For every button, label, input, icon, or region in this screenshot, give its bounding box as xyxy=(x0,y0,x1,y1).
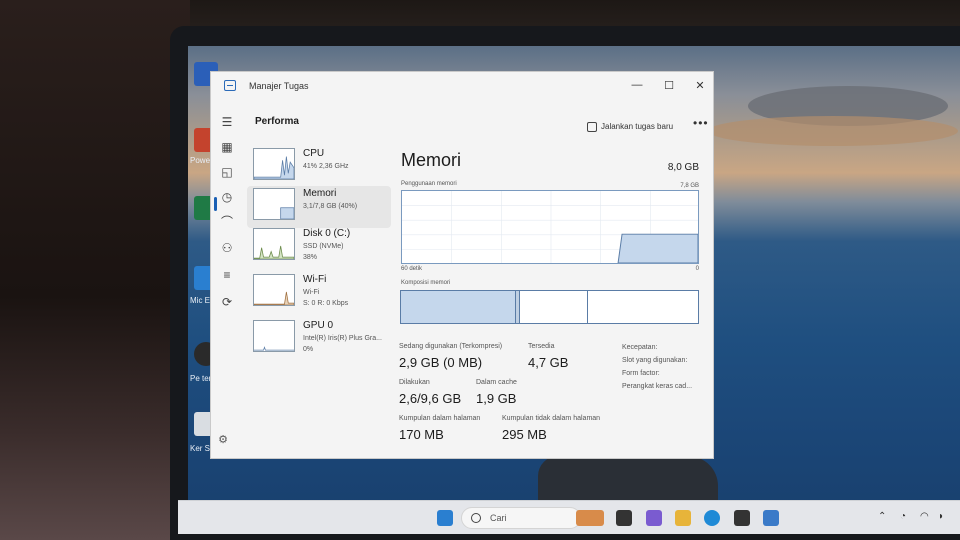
committed-value: 2,6/9,6 GB xyxy=(399,391,462,406)
device-name: GPU 0 xyxy=(303,320,334,331)
title-bar[interactable]: Manajer Tugas — ☐ ✕ xyxy=(211,72,715,102)
memory-panel: Memori 8,0 GB Penggunaan memori 7,8 GB 6… xyxy=(395,142,715,460)
graph-time-label: 60 detik xyxy=(401,266,423,272)
search-input[interactable]: Cari xyxy=(490,513,507,523)
processes-icon[interactable]: ▦ xyxy=(219,139,235,155)
committed-label: Dilakukan xyxy=(399,379,430,386)
memory-usage-svg xyxy=(402,191,698,263)
memory-usage-label: Penggunaan memori xyxy=(401,181,457,187)
in-use-value: 2,9 GB (0 MB) xyxy=(399,355,483,370)
nav-rail: ☰ ▦ ◱ ◷ ⌒ ⚇ ≡ ⟳ ⚙ xyxy=(211,102,243,460)
task-manager-taskbar-icon[interactable] xyxy=(763,510,779,526)
memory-composition-label: Komposisi memori xyxy=(401,280,451,286)
page-header: Performa Jalankan tugas baru ••• xyxy=(243,102,715,142)
available-label: Tersedia xyxy=(528,343,555,350)
details-icon[interactable]: ≡ xyxy=(219,267,235,283)
cached-label: Dalam cache xyxy=(476,379,517,386)
desktop-icon-label: Powe xyxy=(190,156,211,165)
page-title: Performa xyxy=(255,116,299,127)
store-icon[interactable] xyxy=(734,510,750,526)
in-use-label: Sedang digunakan (Terkompresi) xyxy=(399,343,503,350)
file-explorer-icon[interactable] xyxy=(675,510,691,526)
users-icon[interactable]: ⚇ xyxy=(219,240,235,256)
app-history-icon[interactable]: ◷ xyxy=(219,189,235,205)
close-button[interactable]: ✕ xyxy=(692,79,708,92)
run-new-task-button[interactable]: Jalankan tugas baru xyxy=(601,122,673,131)
device-stat: 3,1/7,8 GB (40%) xyxy=(303,203,358,210)
cpu-thumbnail-graph xyxy=(253,148,295,180)
run-new-task-icon xyxy=(587,122,597,132)
search-highlight-icon[interactable] xyxy=(576,510,604,526)
paged-pool-value: 170 MB xyxy=(399,427,444,442)
device-item-memory[interactable]: Memori 3,1/7,8 GB (40%) xyxy=(247,186,391,228)
memory-total: 8,0 GB xyxy=(667,162,699,173)
memory-thumbnail-graph xyxy=(253,188,295,220)
performance-icon[interactable]: ◱ xyxy=(219,164,235,180)
copilot-icon[interactable] xyxy=(646,510,662,526)
device-item-gpu[interactable]: GPU 0 Intel(R) Iris(R) Plus Gra... 0% xyxy=(247,318,391,360)
hardware-reserved-label: Perangkat keras cad... xyxy=(622,383,693,390)
device-name: CPU xyxy=(303,148,325,159)
start-button-icon[interactable] xyxy=(437,510,453,526)
memory-usage-graph xyxy=(401,190,699,264)
nonpaged-pool-label: Kumpulan tidak dalam halaman xyxy=(502,415,601,422)
cached-value: 1,9 GB xyxy=(476,391,517,406)
disk-thumbnail-graph xyxy=(253,228,295,260)
startup-apps-icon[interactable]: ⌒ xyxy=(219,214,235,230)
memory-usage-area xyxy=(617,233,698,263)
photo-background-left xyxy=(0,0,190,540)
composition-standby xyxy=(520,291,588,323)
services-icon[interactable]: ⟳ xyxy=(219,294,235,310)
device-stat: 0% xyxy=(303,346,314,353)
device-list: CPU 41% 2,36 GHz Memori 3,1/7,8 GB (40%)… xyxy=(243,142,393,460)
volume-icon[interactable]: ◗ xyxy=(938,511,944,522)
device-stat: S: 0 R: 0 Kbps xyxy=(303,300,349,307)
device-name: Memori xyxy=(303,188,337,199)
task-manager-icon xyxy=(224,80,236,91)
hamburger-menu-icon[interactable]: ☰ xyxy=(219,114,235,130)
desktop-icon-label: Mic E xyxy=(190,296,210,305)
composition-in-use xyxy=(401,291,516,323)
available-value: 4,7 GB xyxy=(528,355,569,370)
form-factor-label: Form factor: xyxy=(622,370,660,377)
edge-icon[interactable] xyxy=(704,510,720,526)
device-item-disk[interactable]: Disk 0 (C:) SSD (NVMe) 38% xyxy=(247,226,391,268)
device-stat: Intel(R) Iris(R) Plus Gra... xyxy=(303,335,382,342)
device-name: Wi-Fi xyxy=(303,274,327,285)
taskbar: Cari ⌃ ◔ ◠ ◗ xyxy=(178,500,960,534)
minimize-button[interactable]: — xyxy=(629,79,645,91)
device-stat: 41% 2,36 GHz xyxy=(303,163,349,170)
search-box[interactable]: Cari xyxy=(461,507,581,529)
active-indicator xyxy=(214,197,217,211)
slots-used-label: Slot yang digunakan: xyxy=(622,357,688,364)
gpu-thumbnail-graph xyxy=(253,320,295,352)
memory-usage-max: 7,8 GB xyxy=(680,183,699,189)
settings-gear-icon[interactable]: ⚙ xyxy=(215,432,231,448)
more-options-button[interactable]: ••• xyxy=(693,116,709,130)
memory-composition-bar xyxy=(400,290,699,324)
memory-title: Memori xyxy=(401,150,462,170)
wifi-icon[interactable]: ◠ xyxy=(920,511,929,522)
device-item-cpu[interactable]: CPU 41% 2,36 GHz xyxy=(247,146,391,188)
maximize-button[interactable]: ☐ xyxy=(661,79,677,92)
device-name: Disk 0 (C:) xyxy=(303,228,351,239)
paged-pool-label: Kumpulan dalam halaman xyxy=(399,415,481,422)
device-item-wifi[interactable]: Wi-Fi Wi-Fi S: 0 R: 0 Kbps xyxy=(247,272,391,314)
network-icon[interactable]: ◔ xyxy=(900,511,906,522)
graph-zero-label: 0 xyxy=(695,266,699,272)
wallpaper-cloud xyxy=(708,116,958,146)
nonpaged-pool-value: 295 MB xyxy=(502,427,547,442)
search-icon xyxy=(471,513,481,523)
wifi-thumbnail-graph xyxy=(253,274,295,306)
device-stat: 38% xyxy=(303,254,318,261)
device-stat: SSD (NVMe) xyxy=(303,243,344,250)
device-stat: Wi-Fi xyxy=(303,289,320,296)
task-manager-window: Manajer Tugas — ☐ ✕ ☰ ▦ ◱ ◷ ⌒ ⚇ ≡ ⟳ ⚙ Pe… xyxy=(210,71,714,459)
chevron-up-icon[interactable]: ⌃ xyxy=(878,511,886,522)
window-title: Manajer Tugas xyxy=(249,81,309,91)
speed-label: Kecepatan: xyxy=(622,344,658,351)
task-view-icon[interactable] xyxy=(616,510,632,526)
